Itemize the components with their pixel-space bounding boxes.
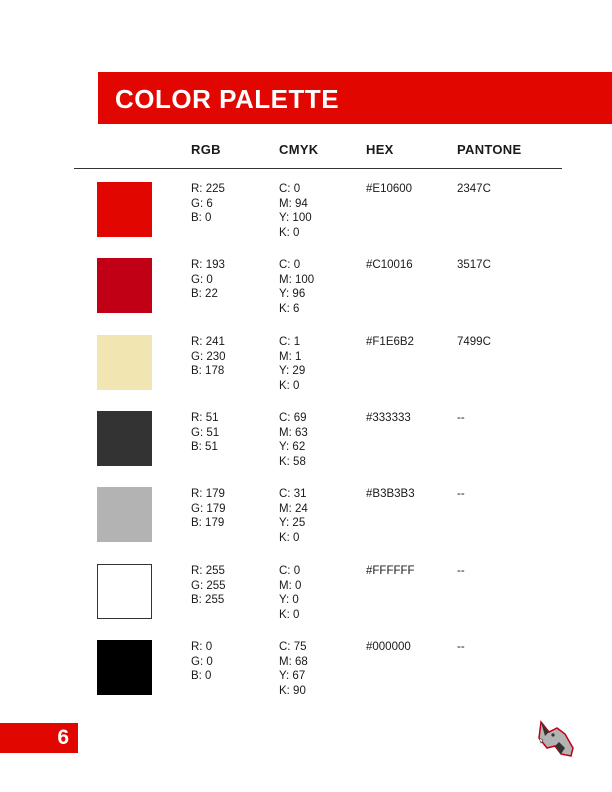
page-title: COLOR PALETTE — [115, 84, 340, 114]
color-swatch — [97, 258, 152, 313]
color-swatch — [97, 640, 152, 695]
color-row: R: 241 G: 230 B: 178 C: 1 M: 1 Y: 29 K: 0… — [0, 335, 612, 405]
color-row: R: 179 G: 179 B: 179 C: 31 M: 24 Y: 25 K:… — [0, 487, 612, 557]
title-banner: COLOR PALETTE — [98, 72, 612, 124]
pantone-value: -- — [457, 412, 465, 424]
color-swatch — [97, 487, 152, 542]
page-number: 6 — [57, 726, 69, 749]
color-row: R: 0 G: 0 B: 0 C: 75 M: 68 Y: 67 K: 90 #00… — [0, 640, 612, 710]
column-header-cmyk: CMYK — [279, 142, 319, 157]
rgb-values: R: 0 G: 0 B: 0 — [191, 641, 213, 682]
color-row: R: 51 G: 51 B: 51 C: 69 M: 63 Y: 62 K: 58… — [0, 411, 612, 481]
pantone-value: -- — [457, 641, 465, 653]
hex-value: #FFFFFF — [366, 565, 415, 577]
rgb-values: R: 193 G: 0 B: 22 — [191, 259, 225, 300]
cmyk-values: C: 75 M: 68 Y: 67 K: 90 — [279, 641, 308, 697]
wolf-head-icon — [538, 720, 574, 757]
pantone-value: 2347C — [457, 183, 491, 195]
cmyk-values: C: 1 M: 1 Y: 29 K: 0 — [279, 336, 306, 392]
cmyk-values: C: 0 M: 0 Y: 0 K: 0 — [279, 565, 302, 621]
pantone-value: 3517C — [457, 259, 491, 271]
rgb-values: R: 51 G: 51 B: 51 — [191, 412, 220, 453]
rgb-values: R: 255 G: 255 B: 255 — [191, 565, 226, 606]
color-row: R: 193 G: 0 B: 22 C: 0 M: 100 Y: 96 K: 6 #… — [0, 258, 612, 328]
hex-value: #E10600 — [366, 183, 413, 195]
column-header-pantone: PANTONE — [457, 142, 522, 157]
hex-value: #000000 — [366, 641, 411, 653]
cmyk-values: C: 0 M: 94 Y: 100 K: 0 — [279, 183, 312, 239]
rgb-values: R: 241 G: 230 B: 178 — [191, 336, 226, 377]
column-header-rgb: RGB — [191, 142, 221, 157]
color-swatch — [97, 335, 152, 390]
header-divider — [74, 168, 562, 169]
color-swatch — [97, 182, 152, 237]
hex-value: #F1E6B2 — [366, 336, 414, 348]
cmyk-values: C: 31 M: 24 Y: 25 K: 0 — [279, 488, 308, 544]
color-row: R: 255 G: 255 B: 255 C: 0 M: 0 Y: 0 K: 0 #… — [0, 564, 612, 634]
hex-value: #B3B3B3 — [366, 488, 415, 500]
pantone-value: -- — [457, 488, 465, 500]
pantone-value: 7499C — [457, 336, 491, 348]
rgb-values: R: 179 G: 179 B: 179 — [191, 488, 226, 529]
cmyk-values: C: 0 M: 100 Y: 96 K: 6 — [279, 259, 315, 315]
color-swatch — [97, 411, 152, 466]
column-header-hex: HEX — [366, 142, 394, 157]
color-swatch — [97, 564, 152, 619]
pantone-value: -- — [457, 565, 465, 577]
cmyk-values: C: 69 M: 63 Y: 62 K: 58 — [279, 412, 308, 468]
page-number-tab: 6 — [0, 723, 78, 753]
rgb-values: R: 225 G: 6 B: 0 — [191, 183, 225, 224]
hex-value: #C10016 — [366, 259, 413, 271]
hex-value: #333333 — [366, 412, 411, 424]
color-row: R: 225 G: 6 B: 0 C: 0 M: 94 Y: 100 K: 0 #E… — [0, 182, 612, 252]
